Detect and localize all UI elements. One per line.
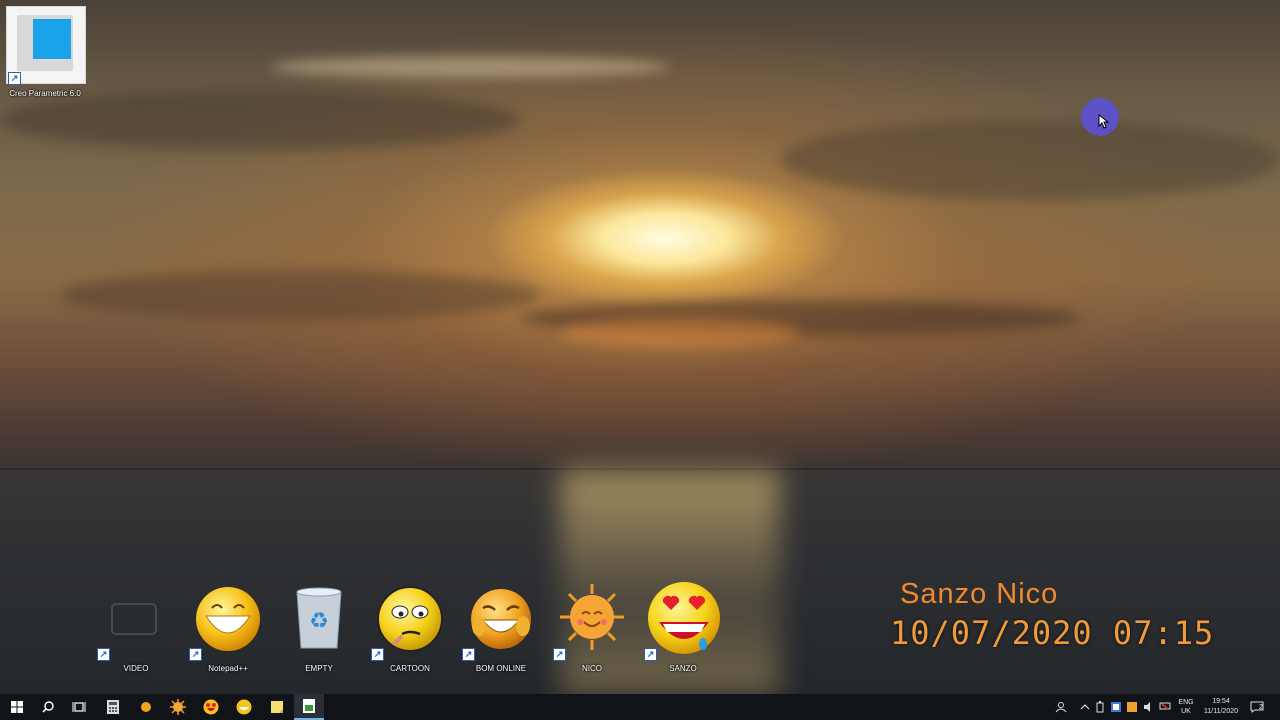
shortcut-arrow-icon: ↗: [644, 648, 657, 661]
tray-network[interactable]: [1159, 694, 1173, 720]
desktop-icon-sanzo[interactable]: ↗ SANZO: [640, 582, 726, 674]
taskbar-app-sun[interactable]: [163, 694, 193, 720]
action-center-button[interactable]: 2: [1250, 694, 1268, 720]
tray-people-icon[interactable]: [1055, 694, 1069, 720]
desktop-icon-cartoon[interactable]: ↗ CARTOON: [367, 586, 453, 674]
video-icon: [111, 603, 157, 635]
taskbar-time: 19:54: [1212, 698, 1230, 705]
desktop-icon-label: VIDEO: [123, 664, 149, 673]
calculator-icon: [107, 700, 119, 714]
task-view-icon: [72, 702, 86, 712]
orange-app-icon: [141, 702, 151, 712]
taskbar-clock[interactable]: 19:54 11/11/2020: [1199, 694, 1243, 720]
recycle-bin-icon: ♻: [296, 587, 342, 649]
language-indicator[interactable]: ENG UK: [1177, 694, 1195, 720]
tray-volume[interactable]: [1143, 694, 1155, 720]
sun-smiley-icon: [560, 584, 624, 650]
chevron-up-icon: [1080, 704, 1090, 710]
search-button[interactable]: [33, 694, 63, 720]
network-icon: [1159, 702, 1171, 710]
tray-app-blue[interactable]: [1111, 694, 1123, 720]
orange-grid-icon: [1127, 702, 1137, 712]
heart-eyes-smiley-icon: [648, 582, 720, 654]
desktop-icon-label: BOM ONLINE: [475, 664, 527, 673]
desktop-icon-video[interactable]: ↗ VIDEO: [93, 588, 179, 674]
desktop-icon-label: Notepad++: [208, 664, 248, 673]
desktop-icon-label: Creo Parametric 6.0: [9, 89, 81, 98]
usb-icon: [1096, 701, 1104, 713]
desktop-icon-nico[interactable]: ↗ NICO: [549, 584, 635, 674]
people-icon: [1055, 702, 1067, 713]
taskbar-app-active[interactable]: [294, 694, 324, 720]
shortcut-arrow-icon: ↗: [553, 648, 566, 661]
green-app-icon: [303, 699, 315, 713]
tray-battery[interactable]: [1096, 694, 1108, 720]
mouse-pointer-icon: [1098, 114, 1110, 129]
shortcut-arrow-icon: ↗: [189, 648, 202, 661]
shortcut-arrow-icon: ↗: [462, 648, 475, 661]
laughing-smiley-icon: [471, 589, 531, 649]
desktop-icon-recycle-bin[interactable]: ♻ EMPTY: [276, 587, 362, 674]
taskbar-app-sticky-notes[interactable]: [262, 694, 292, 720]
desktop-icon-notepadpp[interactable]: ↗ Notepad++: [185, 587, 271, 674]
tray-app-orange[interactable]: [1127, 694, 1139, 720]
volume-icon: [1144, 702, 1150, 712]
notification-count: 2: [1259, 704, 1263, 711]
desktop-icon-label: NICO: [582, 664, 602, 673]
search-icon: [42, 701, 54, 713]
desktop-icon-label: SANZO: [669, 664, 697, 673]
taskbar-app-orange[interactable]: [131, 694, 161, 720]
windows-icon: [11, 701, 23, 713]
language-code: ENG: [1178, 699, 1194, 706]
clock-widget-name: Sanzo Nico: [900, 578, 1059, 610]
task-view-button[interactable]: [64, 694, 94, 720]
grinning-smiley-icon: [196, 587, 260, 651]
blue-app-icon: [1111, 702, 1121, 712]
taskbar-app-calculator[interactable]: [98, 694, 128, 720]
taskbar-app-heart-eyes[interactable]: [196, 694, 226, 720]
sticky-notes-icon: [271, 701, 283, 713]
taskbar: ENG UK 19:54 11/11/2020 2: [0, 694, 1280, 720]
shortcut-arrow-icon: ↗: [371, 648, 384, 661]
desktop-icon-bom-online[interactable]: ↗ BOM ONLINE: [458, 588, 544, 674]
desktop-icon-label: EMPTY: [305, 664, 333, 673]
tray-overflow-button[interactable]: [1080, 694, 1092, 720]
clock-widget-datetime: 10/07/2020 07:15: [890, 614, 1215, 652]
language-region: UK: [1181, 708, 1191, 715]
sun-app-icon: [170, 699, 186, 715]
shortcut-arrow-icon: ↗: [97, 648, 110, 661]
desktop-icon-label: CARTOON: [390, 664, 430, 673]
grin-app-icon: [236, 699, 252, 715]
taskbar-app-grin[interactable]: [229, 694, 259, 720]
taskbar-date: 11/11/2020: [1204, 708, 1238, 715]
shortcut-arrow-icon: ↗: [8, 72, 21, 85]
start-button[interactable]: [2, 694, 32, 720]
smirking-smiley-icon: [377, 586, 443, 652]
heart-eyes-app-icon: [203, 699, 219, 715]
svg-text:♻: ♻: [309, 609, 329, 634]
